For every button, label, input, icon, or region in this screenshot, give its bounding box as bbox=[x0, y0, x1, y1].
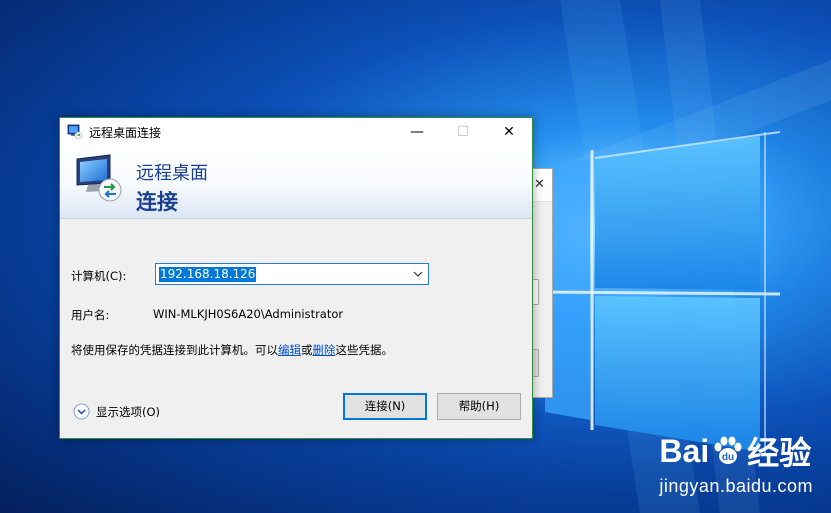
delete-credentials-link[interactable]: 删除 bbox=[313, 343, 336, 357]
close-icon: ✕ bbox=[534, 177, 545, 192]
maximize-button: ☐ bbox=[456, 124, 470, 140]
chevron-down-circle-icon[interactable] bbox=[73, 403, 90, 420]
watermark-brand-left: Bai bbox=[659, 432, 710, 469]
dialog-header: 远程桌面 连接 bbox=[60, 147, 532, 219]
computer-combobox[interactable]: 192.168.18.126 bbox=[155, 263, 429, 285]
watermark-logo: Bai du 经验 bbox=[659, 428, 813, 474]
remote-desktop-dialog: 远程桌面连接 — ☐ ✕ 远程桌面 连接 计算机(C): 192.168.18.… bbox=[59, 117, 533, 439]
close-button[interactable]: ✕ bbox=[486, 118, 532, 147]
svg-text:du: du bbox=[722, 452, 734, 463]
header-title: 连接 bbox=[136, 190, 178, 214]
username-label: 用户名: bbox=[71, 308, 110, 322]
credentials-info-or: 或 bbox=[301, 343, 313, 357]
watermark-url: jingyan.baidu.com bbox=[659, 476, 813, 496]
window-title: 远程桌面连接 bbox=[89, 126, 162, 140]
connect-button[interactable]: 连接(N) bbox=[343, 393, 427, 420]
credentials-info-suffix: 这些凭据。 bbox=[335, 343, 394, 357]
show-options-toggle[interactable]: 显示选项(O) bbox=[73, 403, 160, 420]
minimize-button[interactable]: — bbox=[394, 118, 440, 147]
monitor-remote-icon bbox=[76, 154, 122, 202]
title-bar[interactable]: 远程桌面连接 — ☐ ✕ bbox=[60, 118, 532, 147]
paw-icon: du bbox=[714, 436, 742, 464]
edit-credentials-link[interactable]: 编辑 bbox=[278, 343, 301, 357]
computer-input-value[interactable]: 192.168.18.126 bbox=[159, 267, 257, 282]
help-button[interactable]: 帮助(H) bbox=[437, 393, 521, 420]
credentials-info-prefix: 将使用保存的凭据连接到此计算机。可以 bbox=[71, 343, 278, 357]
chevron-down-icon[interactable] bbox=[412, 267, 424, 281]
username-value: WIN-MLKJH0S6A20\Administrator bbox=[153, 307, 344, 321]
header-subtitle: 远程桌面 bbox=[136, 163, 208, 184]
watermark-brand-right: 经验 bbox=[747, 435, 812, 471]
remote-desktop-icon bbox=[67, 124, 83, 140]
baidu-jingyan-watermark: Bai du 经验 jingyan.baidu.com bbox=[659, 428, 813, 497]
credentials-info: 将使用保存的凭据连接到此计算机。可以编辑或删除这些凭据。 bbox=[71, 342, 393, 358]
show-options-label[interactable]: 显示选项(O) bbox=[96, 404, 160, 420]
computer-label: 计算机(C): bbox=[71, 269, 127, 283]
